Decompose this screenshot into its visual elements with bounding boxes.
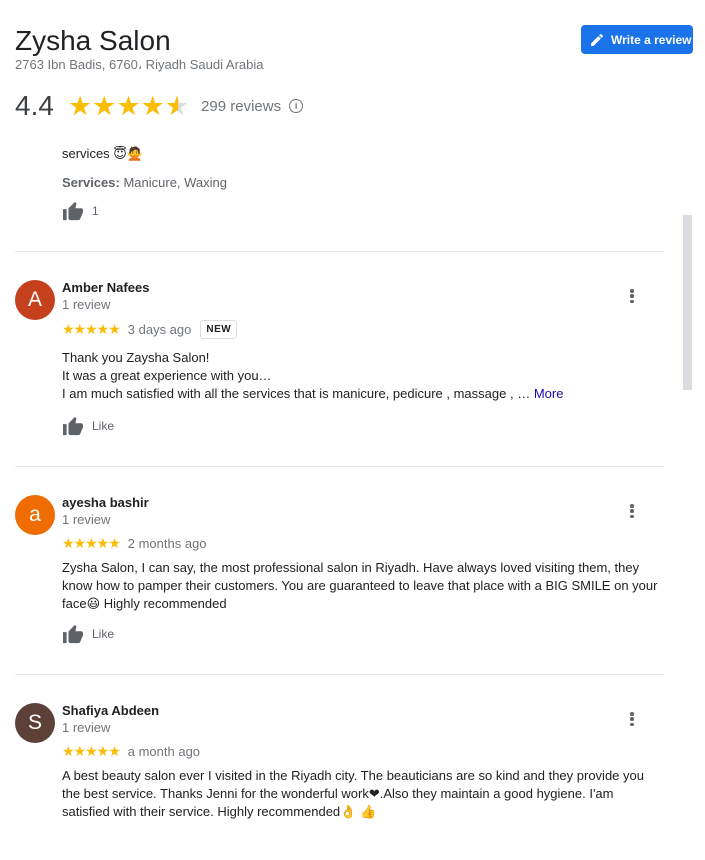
more-link[interactable]: More: [534, 386, 564, 401]
rating-value: 4.4: [15, 90, 54, 121]
place-title: Zysha Salon: [15, 25, 171, 56]
review-text-line: I am much satisfied with all the service…: [62, 385, 662, 403]
like-button[interactable]: 1: [62, 201, 99, 221]
place-header: Zysha Salon 2763 Ibn Badis, 6760، Riyadh…: [0, 0, 705, 128]
review-stars: ★★★★★: [62, 743, 121, 759]
review-date: 2 months ago: [127, 536, 207, 551]
review-date: a month ago: [127, 744, 201, 759]
like-label: Like: [92, 419, 115, 433]
star-icon: ★: [67, 90, 93, 121]
avatar[interactable]: S: [15, 703, 55, 743]
review-text: Zysha Salon, I can say, the most profess…: [62, 560, 658, 611]
review-text: services 😇🙅: [62, 146, 144, 161]
more-options-icon[interactable]: [625, 709, 639, 729]
avatar[interactable]: a: [15, 495, 55, 535]
review-count[interactable]: 299 reviews: [201, 98, 281, 115]
avatar[interactable]: A: [15, 280, 55, 320]
review-text-line: Thank you Zaysha Salon!: [62, 350, 210, 365]
like-label: Like: [92, 627, 115, 641]
thumbs-up-icon: [63, 416, 83, 436]
review-services: Services: Manicure, Waxing: [62, 175, 227, 190]
reviewer-review-count: 1 review: [62, 512, 111, 527]
reviewer-review-count: 1 review: [62, 297, 111, 312]
review-stars: ★★★★★: [62, 535, 121, 551]
more-options-icon[interactable]: [625, 501, 639, 521]
like-button[interactable]: Like: [62, 416, 114, 436]
new-badge: NEW: [200, 320, 238, 339]
star-icon: ★: [140, 90, 165, 121]
rating-stars: ★ ★ ★ ★ ★: [67, 90, 190, 121]
write-review-button[interactable]: Write a review: [581, 25, 693, 54]
rating-summary: 4.4 ★ ★ ★ ★ ★ 299 reviews i: [15, 90, 304, 122]
review-date: 3 days ago: [127, 322, 192, 337]
divider: [15, 251, 664, 252]
star-icon: ★: [92, 90, 117, 121]
place-address: 2763 Ibn Badis, 6760، Riyadh Saudi Arabi…: [15, 57, 264, 72]
reviewer-name[interactable]: Amber Nafees: [62, 280, 149, 295]
review-rating-line: ★★★★★ 3 days ago NEW: [62, 320, 238, 339]
like-count: 1: [92, 204, 99, 218]
reviewer-name[interactable]: ayesha bashir: [62, 495, 149, 510]
review-text-line-content: I am much satisfied with all the service…: [62, 386, 531, 401]
pencil-icon: [591, 33, 604, 46]
review-rating-line: ★★★★★ a month ago: [62, 743, 200, 760]
review-text: A best beauty salon ever I visited in th…: [62, 768, 644, 819]
divider: [15, 466, 664, 467]
more-options-icon[interactable]: [625, 286, 639, 306]
review-rating-line: ★★★★★ 2 months ago: [62, 535, 207, 552]
services-value: Manicure, Waxing: [123, 175, 228, 190]
star-icon: ★: [116, 90, 141, 121]
divider: [15, 674, 664, 675]
thumbs-up-icon: [63, 201, 83, 221]
services-label: Services:: [62, 175, 120, 190]
star-half-icon: ★: [164, 90, 190, 121]
reviewer-review-count: 1 review: [62, 720, 111, 735]
review-text-line: It was a great experience with you…: [62, 368, 272, 383]
thumbs-up-icon: [63, 624, 83, 644]
write-review-label: Write a review: [611, 32, 692, 47]
scrollbar-thumb[interactable]: [683, 215, 692, 390]
reviews-list[interactable]: services 😇🙅 Services: Manicure, Waxing 1…: [0, 128, 705, 860]
review-stars: ★★★★★: [62, 321, 121, 337]
review-text: Thank you Zaysha Salon! It was a great e…: [62, 349, 662, 403]
like-button[interactable]: Like: [62, 624, 114, 644]
info-icon[interactable]: i: [289, 99, 304, 113]
reviewer-name[interactable]: Shafiya Abdeen: [62, 703, 159, 718]
